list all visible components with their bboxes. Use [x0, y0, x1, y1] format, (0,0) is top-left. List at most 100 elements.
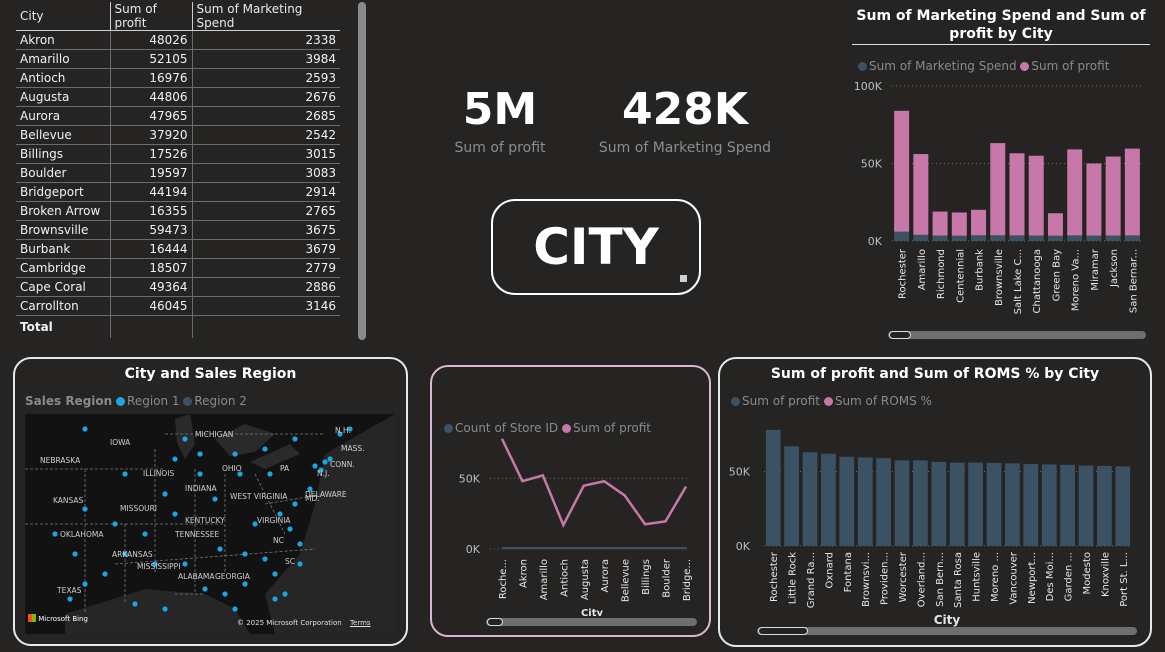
bar-profit[interactable] — [894, 460, 910, 546]
bar-profit[interactable] — [1067, 149, 1083, 236]
legend-item-marketing[interactable]: Sum of Marketing Spend — [858, 59, 1017, 73]
bar-marketing[interactable] — [1067, 235, 1083, 241]
table-row[interactable]: Burbank 16444 3679 — [16, 239, 340, 259]
bar-profit[interactable] — [1105, 156, 1121, 236]
map-city-point[interactable] — [132, 601, 138, 607]
bar-profit[interactable] — [951, 212, 967, 236]
bar-marketing[interactable] — [951, 235, 967, 241]
map-city-point[interactable] — [172, 511, 178, 517]
table-row[interactable]: Carrollton 46045 3146 — [16, 296, 340, 316]
bar-marketing[interactable] — [1105, 235, 1121, 241]
map-city-point[interactable] — [162, 491, 168, 497]
bar-profit[interactable] — [1047, 213, 1063, 236]
legend-item-profit[interactable]: Sum of profit — [1020, 59, 1109, 73]
bar-marketing[interactable] — [1047, 235, 1063, 241]
map-city-point[interactable] — [262, 446, 268, 452]
legend-item-roms[interactable]: Sum of ROMS % — [823, 394, 932, 408]
table-row[interactable]: Boulder 19597 3083 — [16, 163, 340, 183]
legend-item-profit-line[interactable]: Sum of profit — [561, 421, 651, 435]
bar-profit[interactable] — [1041, 464, 1057, 546]
bar-profit[interactable] — [913, 460, 928, 546]
map-city-point[interactable] — [267, 471, 273, 477]
bar-profit[interactable] — [932, 211, 948, 236]
bar-profit[interactable] — [876, 458, 891, 546]
table-row[interactable]: Cape Coral 49364 2886 — [16, 277, 340, 297]
legend-item-region-1[interactable]: Region 1 — [116, 394, 180, 408]
map-city-point[interactable] — [212, 496, 218, 502]
table-row[interactable]: Augusta 44806 2676 — [16, 87, 340, 107]
bar-marketing[interactable] — [990, 235, 1006, 241]
legend-item-profit-bar[interactable]: Sum of profit — [731, 394, 820, 408]
table-row[interactable]: Akron 48026 2338 — [16, 30, 340, 50]
column-header-city[interactable]: City — [16, 2, 110, 31]
map-city-point[interactable] — [292, 501, 298, 507]
bar-profit[interactable] — [1060, 464, 1075, 546]
map-city-point[interactable] — [272, 596, 278, 602]
bar-profit[interactable] — [802, 452, 818, 546]
table-row[interactable]: Amarillo 52105 3984 — [16, 49, 340, 69]
map-city-point[interactable] — [287, 526, 293, 532]
map-city-point[interactable] — [172, 456, 178, 462]
map-city-point[interactable] — [222, 591, 228, 597]
sales-region-map[interactable]: IOWA MICHIGAN NEBRASKA ILLINOIS OHIO PA INDIAN… — [25, 414, 395, 634]
bar-profit[interactable] — [857, 457, 873, 546]
bar-profit[interactable] — [1009, 153, 1025, 236]
map-city-point[interactable] — [232, 451, 238, 457]
table-row[interactable]: Aurora 47965 2685 — [16, 106, 340, 126]
map-city-point[interactable] — [197, 471, 203, 477]
chart1-horizontal-scrollbar[interactable] — [888, 331, 1146, 339]
table-row[interactable]: Antioch 16976 2593 — [16, 68, 340, 88]
roms-chart-horizontal-scrollbar[interactable] — [757, 627, 1137, 635]
map-city-point[interactable] — [262, 556, 268, 562]
terms-link[interactable]: Terms — [350, 619, 371, 627]
map-city-point[interactable] — [82, 426, 88, 432]
map-city-point[interactable] — [297, 561, 303, 567]
column-header-marketing[interactable]: Sum of Marketing Spend — [191, 2, 340, 31]
bar-marketing[interactable] — [1028, 235, 1044, 241]
map-city-point[interactable] — [217, 546, 223, 552]
bar-profit[interactable] — [1124, 148, 1140, 236]
bar-profit[interactable] — [1005, 463, 1020, 546]
bar-marketing[interactable] — [913, 234, 929, 241]
map-city-point[interactable] — [232, 606, 238, 612]
profit-line[interactable] — [500, 438, 688, 528]
map-city-point[interactable] — [282, 591, 288, 597]
bar-marketing[interactable] — [1086, 235, 1102, 241]
line-chart-horizontal-scrollbar[interactable] — [486, 618, 697, 626]
map-city-point[interactable] — [292, 436, 298, 442]
map-city-point[interactable] — [102, 571, 108, 577]
city-button[interactable]: CITY — [491, 199, 701, 295]
bar-profit[interactable] — [1115, 466, 1131, 546]
map-city-point[interactable] — [162, 606, 168, 612]
bar-profit[interactable] — [990, 143, 1006, 236]
bar-profit[interactable] — [821, 453, 836, 546]
map-city-point[interactable] — [122, 471, 128, 477]
map-city-point[interactable] — [202, 586, 208, 592]
map-city-point[interactable] — [72, 551, 78, 557]
map-city-point[interactable] — [297, 541, 303, 547]
bar-marketing[interactable] — [894, 231, 910, 241]
bar-profit[interactable] — [784, 446, 799, 546]
map-city-point[interactable] — [112, 521, 118, 527]
column-header-profit[interactable]: Sum of profit — [109, 2, 192, 31]
bar-profit[interactable] — [913, 154, 929, 235]
table-row[interactable]: Bellevue 37920 2542 — [16, 125, 340, 145]
bar-marketing[interactable] — [1009, 235, 1025, 241]
legend-item-store-count[interactable]: Count of Store ID — [444, 421, 558, 435]
table-row[interactable]: Billings 17526 3015 — [16, 144, 340, 164]
map-city-point[interactable] — [272, 571, 278, 577]
table-row[interactable]: Cambridge 18507 2779 — [16, 258, 340, 278]
map-city-point[interactable] — [312, 463, 318, 469]
bar-marketing[interactable] — [932, 235, 948, 241]
table-vertical-scrollbar[interactable] — [358, 2, 366, 340]
bar-profit[interactable] — [765, 429, 781, 546]
map-city-point[interactable] — [182, 436, 188, 442]
map-city-point[interactable] — [197, 451, 203, 457]
bar-profit[interactable] — [949, 462, 965, 546]
table-row[interactable]: Bridgeport 44194 2914 — [16, 182, 340, 202]
map-city-point[interactable] — [242, 581, 248, 587]
bar-profit[interactable] — [839, 456, 855, 546]
map-city-point[interactable] — [82, 506, 88, 512]
map-city-point[interactable] — [52, 531, 58, 537]
map-city-point[interactable] — [242, 551, 248, 557]
